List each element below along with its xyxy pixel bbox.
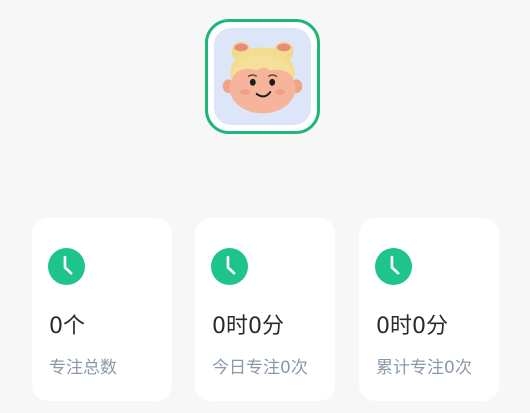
stat-label: 累计专注0次 bbox=[376, 358, 472, 378]
stat-label: 专注总数 bbox=[49, 358, 117, 378]
stat-label: 今日专注0次 bbox=[212, 358, 308, 378]
stat-card-total-focus: 0个 专注总数 bbox=[32, 218, 172, 401]
clock-icon bbox=[211, 248, 248, 285]
stat-card-today-focus: 0时0分 今日专注0次 bbox=[195, 218, 335, 401]
stat-value: 0个 bbox=[49, 314, 85, 339]
clock-icon bbox=[48, 248, 85, 285]
clock-icon bbox=[375, 248, 412, 285]
profile-avatar[interactable] bbox=[205, 19, 320, 134]
stat-value: 0时0分 bbox=[212, 314, 284, 339]
stat-value: 0时0分 bbox=[376, 314, 448, 339]
stat-card-cumulative-focus: 0时0分 累计专注0次 bbox=[359, 218, 499, 401]
avatar-image bbox=[214, 28, 311, 125]
cartoon-girl-avatar-icon bbox=[222, 41, 303, 114]
